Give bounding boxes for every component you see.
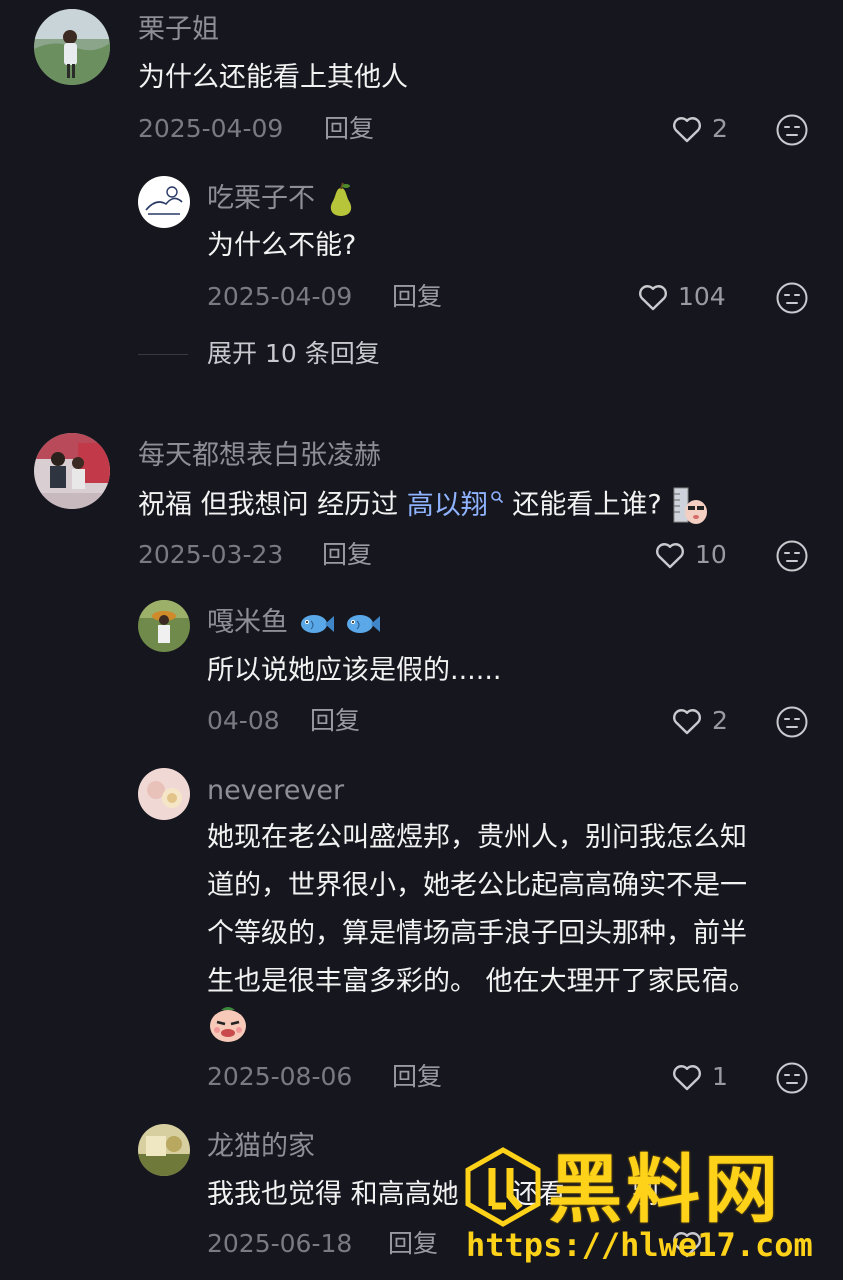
avatar-gamiyu[interactable]: [138, 600, 190, 652]
reply-username[interactable]: 龙猫的家: [207, 1129, 315, 1165]
heart-icon: [673, 117, 701, 143]
reply-button[interactable]: 回复: [392, 1060, 442, 1094]
ruler-sticker-icon: [673, 487, 708, 524]
fish-emoji-icon: [347, 614, 381, 633]
reply-username-text: 吃栗子不: [207, 183, 315, 214]
like-count: 2: [712, 114, 728, 143]
comment-username[interactable]: 栗子姐: [138, 12, 219, 48]
reply-date: 2025-06-18: [207, 1229, 353, 1258]
avatar-chilizibu[interactable]: [138, 176, 190, 228]
expand-replies-button[interactable]: 展开 10 条回复: [207, 337, 380, 371]
watermark-title: 黑料网: [548, 1147, 782, 1233]
reply-button[interactable]: 回复: [324, 112, 374, 146]
fish-emoji-icon: [300, 614, 334, 633]
avatar-meitian[interactable]: [34, 433, 110, 509]
dislike-face-icon[interactable]: [775, 705, 809, 739]
comment-text-part: 还能看上谁?: [503, 489, 662, 521]
reply-text-line: 她现在老公叫盛煜邦，贵州人，别问我怎么知: [207, 822, 747, 853]
comment-text: 祝福 但我想问 经历过 高以翔 还能看上谁?: [138, 486, 710, 526]
heart-icon: [639, 285, 667, 311]
heart-icon: [673, 1065, 701, 1091]
like-count: 10: [695, 540, 727, 569]
like-count: 104: [678, 282, 726, 311]
comment-text: 为什么还能看上其他人: [138, 62, 408, 93]
dislike-face-icon[interactable]: [775, 113, 809, 147]
dislike-face-icon[interactable]: [775, 281, 809, 315]
like-button[interactable]: 104: [636, 280, 726, 314]
like-count: 2: [712, 706, 728, 735]
reply-button[interactable]: 回复: [388, 1227, 438, 1261]
reply-text-line: 道的，世界很小，她老公比起高高确实不是一: [207, 870, 747, 901]
reply-date: 04-08: [207, 706, 280, 735]
reply-date: 2025-08-06: [207, 1062, 353, 1091]
like-button[interactable]: 1: [670, 1060, 728, 1094]
dislike-face-icon[interactable]: [775, 1061, 809, 1095]
heart-icon: [673, 709, 701, 735]
avatar-longmao[interactable]: [138, 1124, 190, 1176]
like-button[interactable]: 10: [653, 538, 727, 572]
comment-text-part: 祝福 但我想问 经历过: [138, 489, 407, 521]
avatar-lizijie[interactable]: [34, 9, 110, 85]
watermark-url: https://hlwe17.com: [466, 1226, 813, 1264]
mention-link[interactable]: 高以翔: [407, 490, 504, 521]
reply-username[interactable]: neverever: [207, 773, 344, 809]
watermark-logo-icon: [465, 1147, 541, 1227]
reply-text: 所以说她应该是假的......: [207, 655, 502, 686]
like-button[interactable]: 2: [670, 112, 728, 146]
reply-text: 为什么不能?: [207, 230, 357, 261]
smug-face-sticker-icon: [210, 1007, 246, 1042]
dislike-face-icon[interactable]: [775, 539, 809, 573]
comment-date: 2025-04-09: [138, 114, 284, 143]
reply-button[interactable]: 回复: [310, 704, 360, 738]
comment-date: 2025-03-23: [138, 540, 284, 569]
like-button[interactable]: 2: [670, 704, 728, 738]
search-icon: [490, 490, 503, 503]
reply-text-line: 个等级的，算是情场高手浪子回头那种，前半: [207, 918, 747, 949]
reply-button[interactable]: 回复: [322, 538, 372, 572]
pear-emoji-icon: [330, 182, 351, 216]
reply-username-text: 嘎米鱼: [207, 607, 288, 638]
reply-username[interactable]: 嘎米鱼: [207, 605, 381, 641]
avatar-neverever[interactable]: [138, 768, 190, 820]
reply-text: 我我也觉得 和高高她: [207, 1179, 459, 1210]
expand-divider: [138, 354, 188, 355]
reply-username[interactable]: 吃栗子不: [207, 181, 358, 218]
heart-icon: [656, 543, 684, 569]
reply-text-line: 生也是很丰富多彩的。 他在大理开了家民宿。: [207, 966, 756, 997]
comment-username[interactable]: 每天都想表白张凌赫: [138, 438, 381, 474]
like-count: 1: [712, 1062, 728, 1091]
reply-button[interactable]: 回复: [392, 280, 442, 314]
reply-date: 2025-04-09: [207, 282, 353, 311]
mention-text: 高以翔: [406, 489, 488, 521]
